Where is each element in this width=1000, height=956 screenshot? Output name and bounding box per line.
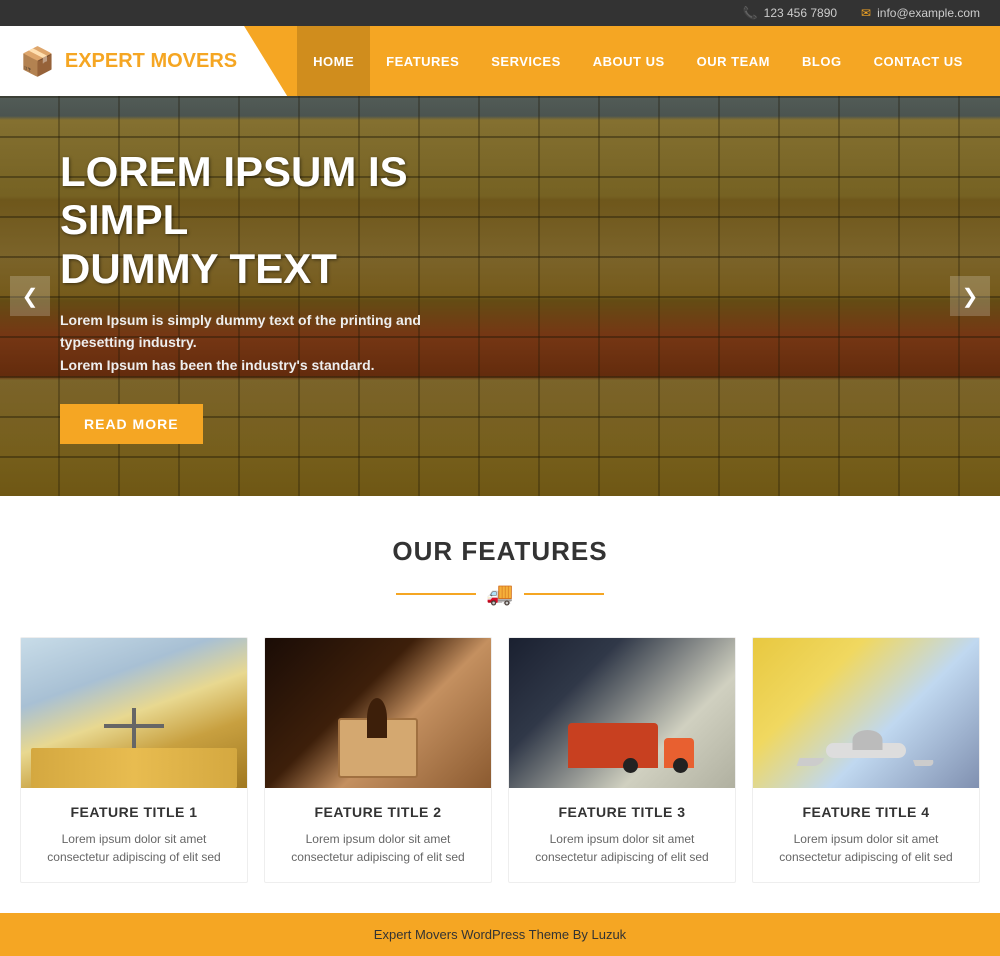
feature-title-3: FEATURE TITLE 3 (521, 804, 723, 820)
footer: Expert Movers WordPress Theme By Luzuk (0, 913, 1000, 956)
feature-body-3: FEATURE TITLE 3 Lorem ipsum dolor sit am… (509, 788, 735, 882)
hero-next-button[interactable]: ❯ (950, 276, 990, 316)
features-grid: FEATURE TITLE 1 Lorem ipsum dolor sit am… (20, 637, 980, 883)
phone-icon: 📞 (743, 6, 758, 20)
main-nav: HOME FEATURES SERVICES ABOUT US OUR TEAM… (287, 26, 1000, 96)
hero-section: ❮ LOREM IPSUM IS SIMPL DUMMY TEXT Lorem … (0, 96, 1000, 496)
feature-card-3: FEATURE TITLE 3 Lorem ipsum dolor sit am… (508, 637, 736, 883)
truck-icon: 🚚 (486, 581, 513, 607)
nav-blog[interactable]: BLOG (786, 26, 858, 96)
features-title: OUR FEATURES (20, 536, 980, 567)
nav-services[interactable]: SERVICES (475, 26, 577, 96)
feature-title-4: FEATURE TITLE 4 (765, 804, 967, 820)
logo-area: 📦 EXPERT MOVERS (0, 26, 287, 96)
email-info: ✉ info@example.com (861, 6, 980, 20)
arrow-right-icon: ❯ (962, 284, 979, 309)
nav-features[interactable]: FEATURES (370, 26, 475, 96)
email-address: info@example.com (877, 6, 980, 20)
hero-content: LOREM IPSUM IS SIMPL DUMMY TEXT Lorem Ip… (0, 148, 550, 444)
feature-title-2: FEATURE TITLE 2 (277, 804, 479, 820)
feature-desc-3: Lorem ipsum dolor sit amet consectetur a… (521, 830, 723, 866)
feature-body-2: FEATURE TITLE 2 Lorem ipsum dolor sit am… (265, 788, 491, 882)
feature-card-2: FEATURE TITLE 2 Lorem ipsum dolor sit am… (264, 637, 492, 883)
logo-text: EXPERT MOVERS (65, 50, 237, 73)
feature-body-1: FEATURE TITLE 1 Lorem ipsum dolor sit am… (21, 788, 247, 882)
feature-body-4: FEATURE TITLE 4 Lorem ipsum dolor sit am… (753, 788, 979, 882)
feature-title-1: FEATURE TITLE 1 (33, 804, 235, 820)
feature-image-1 (21, 638, 247, 788)
nav-home[interactable]: HOME (297, 26, 370, 96)
logo-icon: 📦 (20, 45, 55, 78)
top-bar: 📞 123 456 7890 ✉ info@example.com (0, 0, 1000, 26)
read-more-button[interactable]: READ MORE (60, 404, 203, 444)
email-icon: ✉ (861, 6, 871, 20)
hero-title: LOREM IPSUM IS SIMPL DUMMY TEXT (60, 148, 490, 293)
feature-image-3 (509, 638, 735, 788)
feature-image-4 (753, 638, 979, 788)
hero-prev-button[interactable]: ❮ (10, 276, 50, 316)
feature-desc-1: Lorem ipsum dolor sit amet consectetur a… (33, 830, 235, 866)
phone-number: 123 456 7890 (764, 6, 837, 20)
feature-desc-4: Lorem ipsum dolor sit amet consectetur a… (765, 830, 967, 866)
nav-about[interactable]: ABOUT US (577, 26, 681, 96)
feature-desc-2: Lorem ipsum dolor sit amet consectetur a… (277, 830, 479, 866)
features-section: OUR FEATURES 🚚 FEATURE TITLE 1 Lorem ips… (0, 496, 1000, 913)
feature-image-2 (265, 638, 491, 788)
header: 📦 EXPERT MOVERS HOME FEATURES SERVICES A… (0, 26, 1000, 96)
feature-card-4: FEATURE TITLE 4 Lorem ipsum dolor sit am… (752, 637, 980, 883)
nav-team[interactable]: OUR TEAM (681, 26, 786, 96)
hero-subtitle: Lorem Ipsum is simply dummy text of the … (60, 309, 490, 376)
footer-text: Expert Movers WordPress Theme By Luzuk (374, 927, 626, 942)
nav-contact[interactable]: CONTACT US (858, 26, 979, 96)
arrow-left-icon: ❮ (22, 284, 39, 309)
features-divider: 🚚 (20, 581, 980, 607)
divider-line-right (524, 593, 604, 595)
feature-card-1: FEATURE TITLE 1 Lorem ipsum dolor sit am… (20, 637, 248, 883)
phone-info: 📞 123 456 7890 (743, 6, 837, 20)
divider-line-left (396, 593, 476, 595)
